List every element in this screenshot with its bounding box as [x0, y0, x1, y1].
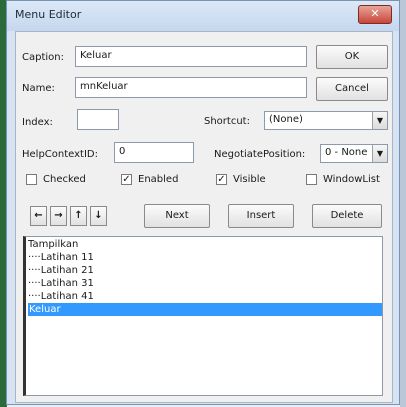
delete-button[interactable]: Delete [312, 204, 382, 228]
checkbox-label: Checked [43, 174, 86, 185]
helpcontext-input[interactable]: 0 [114, 142, 194, 163]
shortcut-label: Shortcut: [204, 116, 250, 127]
checkbox-box[interactable] [306, 174, 317, 185]
windowlist-checkbox[interactable]: WindowList [306, 174, 390, 187]
name-input[interactable]: mnKeluar [75, 77, 307, 98]
move-left-button[interactable]: ← [30, 206, 47, 226]
background-strip-right [400, 0, 406, 407]
menu-items-list[interactable]: Tampilkan ····Latihan 11 ····Latihan 21 … [23, 236, 383, 396]
move-up-button[interactable]: ↑ [70, 206, 87, 226]
caption-input[interactable]: Keluar [75, 46, 307, 67]
index-label: Index: [22, 117, 53, 128]
list-item[interactable]: ····Latihan 11 [28, 251, 94, 264]
move-right-button[interactable]: → [50, 206, 67, 226]
checkmark-icon[interactable]: ✓ [121, 174, 132, 185]
list-item-selected[interactable]: Keluar [28, 303, 382, 316]
checked-checkbox[interactable]: Checked [26, 174, 106, 187]
checkbox-label: Visible [233, 174, 266, 185]
checkbox-box[interactable] [26, 174, 37, 185]
shortcut-select[interactable]: (None) ▼ [264, 111, 388, 130]
chevron-down-icon[interactable]: ▼ [372, 145, 387, 162]
cancel-button[interactable]: Cancel [316, 77, 388, 101]
insert-button[interactable]: Insert [228, 204, 294, 228]
enabled-checkbox[interactable]: ✓ Enabled [121, 174, 201, 187]
next-button[interactable]: Next [144, 204, 210, 228]
negotiate-value: 0 - None [325, 147, 368, 158]
move-down-button[interactable]: ↓ [90, 206, 107, 226]
window-title: Menu Editor [15, 8, 82, 21]
checkbox-label: WindowList [323, 174, 380, 185]
name-label: Name: [22, 83, 55, 94]
menu-editor-window: Menu Editor ✕ Caption: Keluar OK Name: m… [6, 0, 400, 405]
helpcontext-label: HelpContextID: [22, 149, 98, 160]
checkbox-label: Enabled [138, 174, 179, 185]
ok-button[interactable]: OK [316, 45, 388, 69]
caption-label: Caption: [22, 52, 64, 63]
negotiate-label: NegotiatePosition: [214, 149, 306, 160]
list-item[interactable]: Tampilkan [28, 238, 78, 251]
dialog-client: Caption: Keluar OK Name: mnKeluar Cancel… [15, 31, 393, 403]
shortcut-value: (None) [269, 114, 303, 125]
list-item[interactable]: ····Latihan 41 [28, 290, 94, 303]
checkmark-icon[interactable]: ✓ [216, 174, 227, 185]
close-button[interactable]: ✕ [358, 5, 392, 24]
chevron-down-icon[interactable]: ▼ [372, 112, 387, 129]
visible-checkbox[interactable]: ✓ Visible [216, 174, 296, 187]
title-bar[interactable]: Menu Editor ✕ [7, 1, 399, 31]
negotiate-select[interactable]: 0 - None ▼ [320, 144, 388, 163]
list-item[interactable]: ····Latihan 31 [28, 277, 94, 290]
index-input[interactable] [77, 109, 119, 130]
list-item[interactable]: ····Latihan 21 [28, 264, 94, 277]
